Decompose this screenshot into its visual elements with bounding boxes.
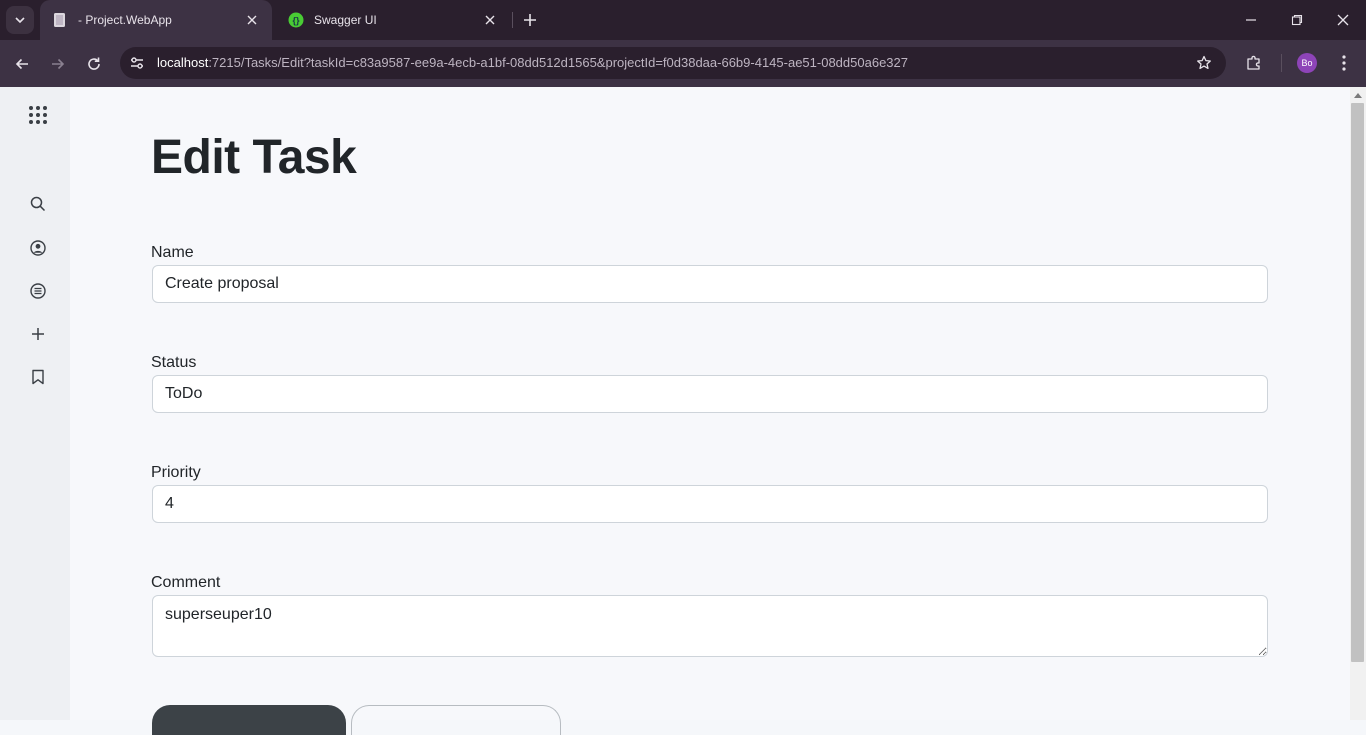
minimize-icon <box>1246 19 1256 21</box>
minimize-button[interactable] <box>1228 0 1274 40</box>
name-label: Name <box>151 244 194 261</box>
tab-divider <box>512 12 513 28</box>
priority-label: Priority <box>151 464 201 481</box>
extensions-button[interactable] <box>1243 52 1265 74</box>
tab-search-button[interactable] <box>6 6 34 34</box>
star-icon <box>1197 55 1211 70</box>
status-label: Status <box>151 354 197 371</box>
close-icon[interactable] <box>244 12 260 28</box>
svg-text:{}: {} <box>292 16 300 26</box>
toolbar-divider <box>1281 54 1282 72</box>
rail-bookmark-button[interactable] <box>25 364 51 390</box>
comment-textarea[interactable]: superseuper10 <box>152 595 1268 657</box>
url-path: :7215/Tasks/Edit?taskId=c83a9587-ee9a-4e… <box>208 55 908 70</box>
tune-icon <box>131 57 143 69</box>
scroll-up-arrow-icon[interactable] <box>1353 91 1363 99</box>
rail-add-button[interactable] <box>25 321 51 347</box>
page-title: Edit Task <box>151 131 357 184</box>
avatar-initials: Bo <box>1301 58 1313 68</box>
forward-button[interactable] <box>46 52 70 76</box>
comment-label: Comment <box>151 574 221 591</box>
reload-icon <box>88 57 100 70</box>
bookmark-star-button[interactable] <box>1193 52 1215 74</box>
more-vert-icon <box>1342 55 1346 71</box>
arrow-left-icon <box>15 58 28 70</box>
scrollbar-thumb[interactable] <box>1351 103 1364 662</box>
profile-avatar[interactable]: Bo <box>1297 53 1317 73</box>
cancel-button[interactable] <box>351 705 561 735</box>
url-host: localhost <box>157 55 209 70</box>
reload-button[interactable] <box>82 52 106 76</box>
tab-project-webapp[interactable]: - Project.WebApp <box>40 0 272 40</box>
apps-grid-icon <box>29 106 47 124</box>
arrow-right-icon <box>52 58 65 70</box>
close-window-button[interactable] <box>1320 0 1366 40</box>
chevron-down-icon <box>15 17 25 24</box>
close-icon <box>1337 14 1349 26</box>
side-rail <box>0 87 70 720</box>
save-button[interactable] <box>152 705 346 735</box>
puzzle-icon <box>1247 55 1260 70</box>
priority-input[interactable] <box>152 485 1268 523</box>
account-icon <box>30 240 46 256</box>
browser-menu-button[interactable] <box>1334 52 1354 74</box>
plus-icon <box>524 14 536 26</box>
rail-account-button[interactable] <box>25 235 51 261</box>
document-icon <box>54 13 65 27</box>
tab-title: Swagger UI <box>314 13 377 27</box>
name-input[interactable] <box>152 265 1268 303</box>
add-icon <box>32 328 44 340</box>
list-icon <box>30 283 46 299</box>
back-button[interactable] <box>10 52 34 76</box>
search-icon <box>30 196 46 212</box>
site-info-button[interactable] <box>126 52 148 74</box>
tab-swagger-ui[interactable]: {} Swagger UI <box>276 2 510 38</box>
restore-button[interactable] <box>1274 0 1320 40</box>
rail-list-button[interactable] <box>25 278 51 304</box>
apps-grid-button[interactable] <box>25 102 51 128</box>
status-input[interactable] <box>152 375 1268 413</box>
tab-title: - Project.WebApp <box>78 13 172 27</box>
url-text[interactable]: localhost:7215/Tasks/Edit?taskId=c83a958… <box>157 55 908 70</box>
close-icon[interactable] <box>482 12 498 28</box>
restore-icon <box>1291 14 1303 26</box>
new-tab-button[interactable] <box>518 8 542 32</box>
swagger-icon: {} <box>288 12 304 28</box>
rail-search-button[interactable] <box>25 191 51 217</box>
bookmark-icon <box>32 369 44 385</box>
